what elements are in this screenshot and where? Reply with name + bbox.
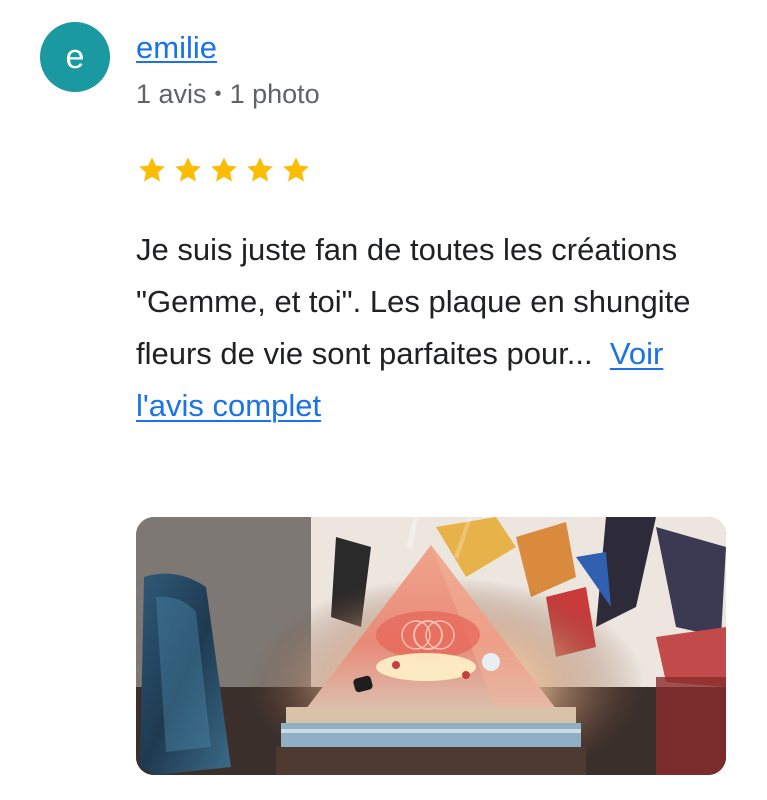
star-rating [136,154,312,186]
review-text: Je suis juste fan de toutes les création… [136,224,696,432]
star-icon [172,154,204,186]
author-name-link[interactable]: emilie [136,30,217,66]
avatar[interactable]: e [40,22,110,92]
avatar-initial: e [65,38,85,76]
star-icon [208,154,240,186]
review-body: Je suis juste fan de toutes les création… [136,232,691,371]
star-icon [244,154,276,186]
reviewer-stats: 1 avis • 1 photo [136,78,320,110]
review-count: 1 avis [136,79,207,109]
review-photo[interactable] [136,517,726,775]
star-icon [136,154,168,186]
star-icon [280,154,312,186]
photo-count: 1 photo [229,79,320,109]
separator-dot: • [214,83,222,105]
pyramid-photo-image [136,517,726,775]
